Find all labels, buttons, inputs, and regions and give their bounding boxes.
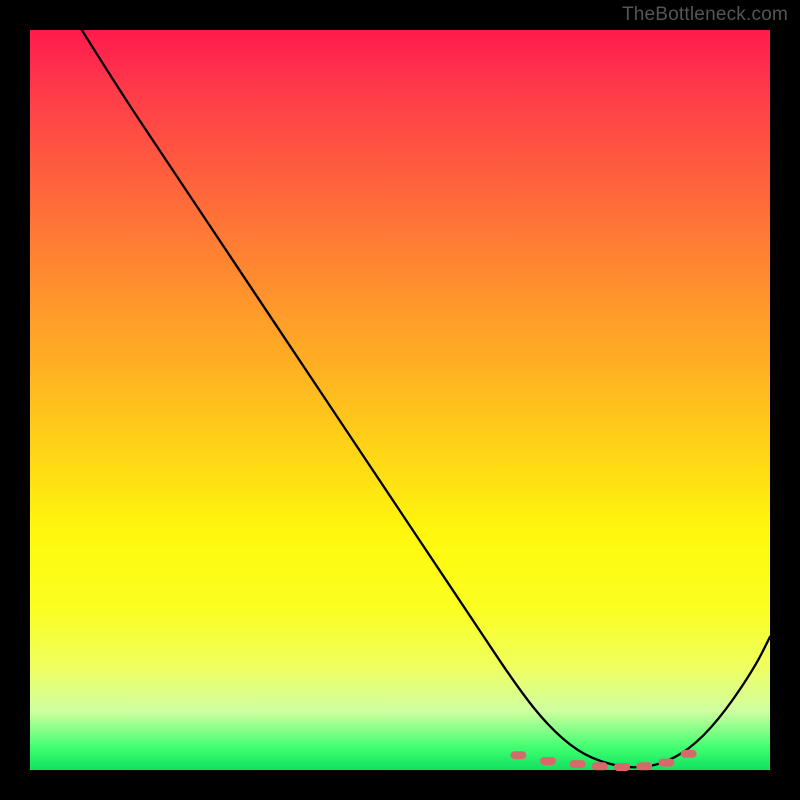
marker-dot bbox=[614, 763, 630, 771]
marker-dot bbox=[570, 760, 586, 768]
marker-dot bbox=[540, 757, 556, 765]
chart-plot-area bbox=[30, 30, 770, 770]
chart-svg bbox=[30, 30, 770, 770]
curve-line bbox=[82, 30, 770, 767]
marker-dot bbox=[681, 750, 697, 758]
marker-dot bbox=[510, 751, 526, 759]
watermark-text: TheBottleneck.com bbox=[622, 4, 788, 26]
marker-dot bbox=[636, 762, 652, 770]
bottleneck-markers bbox=[510, 750, 696, 771]
marker-dot bbox=[658, 759, 674, 767]
marker-dot bbox=[592, 762, 608, 770]
